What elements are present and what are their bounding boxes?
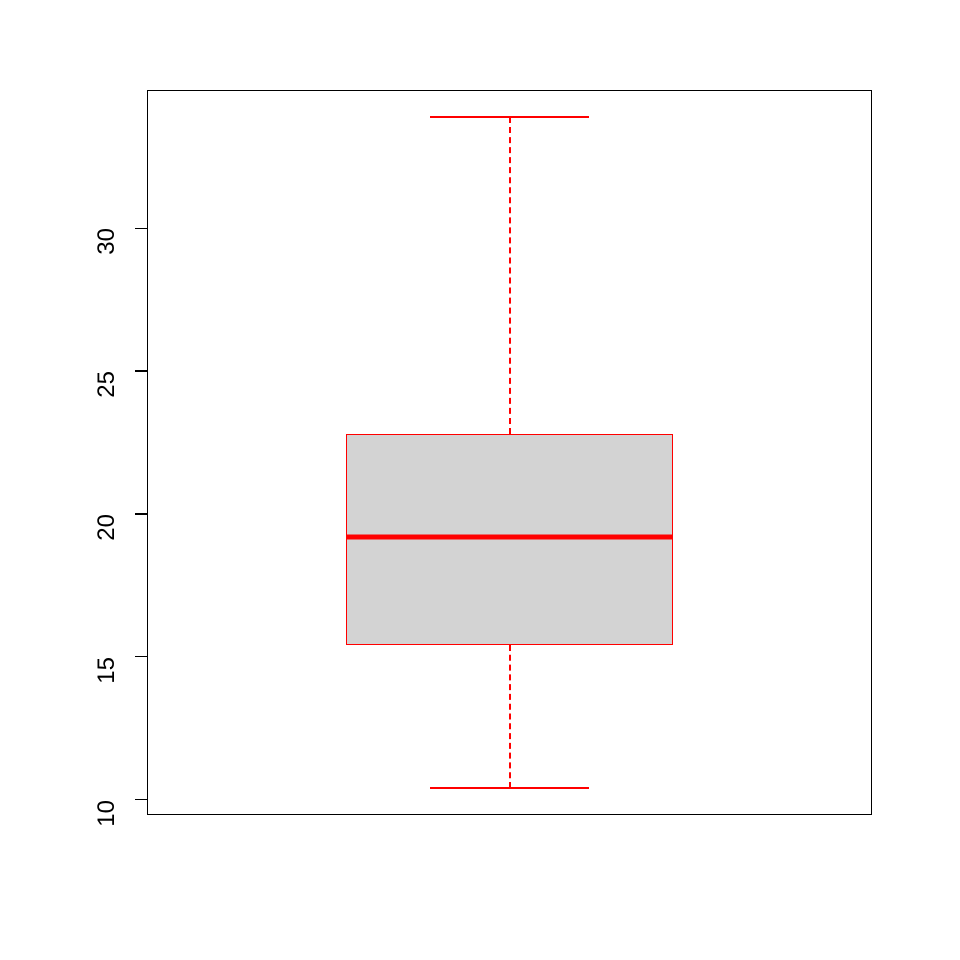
y-axis-tick: [135, 799, 147, 801]
whisker-cap-upper: [430, 116, 590, 118]
y-axis-label: 30: [93, 228, 121, 335]
whisker-lower: [509, 645, 511, 788]
y-axis-tick: [135, 370, 147, 372]
y-axis-tick: [135, 656, 147, 658]
y-axis-label: 25: [93, 371, 121, 478]
whisker-cap-lower: [430, 787, 590, 789]
iqr-box: [346, 434, 672, 645]
y-axis-label: 10: [93, 800, 121, 907]
y-axis-tick: [135, 228, 147, 230]
whisker-upper: [509, 117, 511, 434]
y-axis-tick: [135, 513, 147, 515]
y-axis-label: 20: [93, 514, 121, 621]
chart-canvas: 10 15 20 25 30: [0, 0, 960, 960]
median-line: [346, 534, 672, 539]
y-axis-label: 15: [93, 657, 121, 764]
